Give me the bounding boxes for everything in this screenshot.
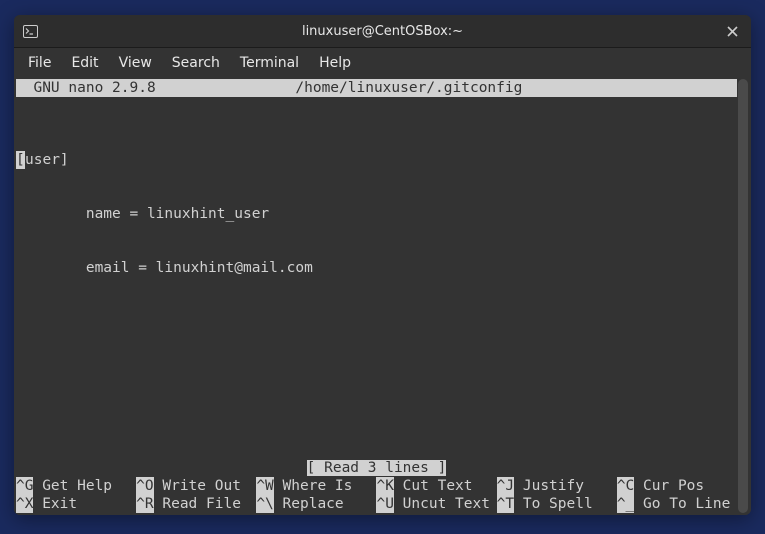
terminal-area[interactable]: GNU nano 2.9.8 /home/linuxuser/.gitconfi… — [14, 78, 751, 515]
content-line-2: name = linuxhint_user — [16, 205, 737, 223]
nano-file-path: /home/linuxuser/.gitconfig — [295, 79, 522, 97]
nano-shortcuts: ^G Get Help ^O Write Out ^W Where Is ^K … — [16, 477, 737, 513]
menubar: File Edit View Search Terminal Help — [14, 48, 751, 78]
shortcut-uncut-text: ^U Uncut Text — [376, 495, 496, 513]
nano-status-text: [ Read 3 lines ] — [307, 460, 447, 476]
window-title: linuxuser@CentOSBox:~ — [14, 24, 751, 39]
file-content[interactable]: [user] name = linuxhint_user email = lin… — [16, 115, 737, 313]
shortcut-justify: ^J Justify — [497, 477, 617, 495]
shortcut-where-is: ^W Where Is — [256, 477, 376, 495]
titlebar[interactable]: linuxuser@CentOSBox:~ — [14, 15, 751, 48]
line1-rest: user] — [25, 152, 69, 168]
shortcut-read-file: ^R Read File — [136, 495, 256, 513]
cursor: [ — [16, 151, 25, 169]
shortcut-cut-text: ^K Cut Text — [376, 477, 496, 495]
content-line-3: email = linuxhint@mail.com — [16, 259, 737, 277]
editor-empty-area[interactable] — [16, 313, 737, 459]
content-line-1: [user] — [16, 151, 737, 169]
nano-header-gap — [156, 79, 296, 97]
nano-app-label: GNU nano 2.9.8 — [16, 79, 156, 97]
menu-view[interactable]: View — [109, 51, 162, 75]
menu-file[interactable]: File — [18, 51, 61, 75]
nano-status-line: [ Read 3 lines ] — [16, 459, 737, 477]
menu-search[interactable]: Search — [162, 51, 230, 75]
close-button[interactable] — [721, 20, 743, 42]
scrollbar[interactable] — [737, 79, 749, 513]
shortcut-go-to-line: ^_ Go To Line — [617, 495, 737, 513]
terminal-content[interactable]: GNU nano 2.9.8 /home/linuxuser/.gitconfi… — [16, 79, 737, 513]
shortcut-exit: ^X Exit — [16, 495, 136, 513]
nano-header: GNU nano 2.9.8 /home/linuxuser/.gitconfi… — [16, 79, 737, 97]
shortcut-to-spell: ^T To Spell — [497, 495, 617, 513]
menu-help[interactable]: Help — [309, 51, 361, 75]
shortcut-cur-pos: ^C Cur Pos — [617, 477, 737, 495]
nano-header-fill — [522, 79, 737, 97]
terminal-icon — [22, 23, 38, 39]
menu-terminal[interactable]: Terminal — [230, 51, 309, 75]
shortcut-write-out: ^O Write Out — [136, 477, 256, 495]
terminal-window: linuxuser@CentOSBox:~ File Edit View Sea… — [14, 15, 751, 515]
menu-edit[interactable]: Edit — [61, 51, 108, 75]
scrollbar-thumb[interactable] — [738, 79, 748, 513]
shortcut-replace: ^\ Replace — [256, 495, 376, 513]
blank-line — [16, 97, 737, 115]
shortcut-get-help: ^G Get Help — [16, 477, 136, 495]
